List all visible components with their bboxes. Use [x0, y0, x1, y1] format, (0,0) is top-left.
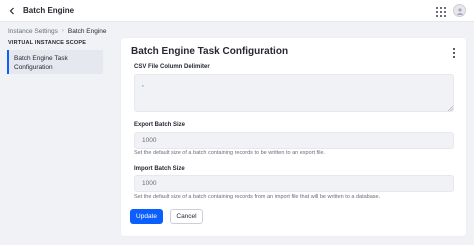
- top-bar: Batch Engine: [0, 0, 474, 22]
- chevron-right-icon: ›: [61, 28, 64, 34]
- csv-delimiter-field[interactable]: ,: [134, 74, 454, 112]
- breadcrumb: Instance Settings › Batch Engine: [8, 25, 107, 37]
- chevron-left-icon[interactable]: [5, 4, 19, 18]
- sidebar: VIRTUAL INSTANCE SCOPE Batch Engine Task…: [7, 38, 103, 74]
- import-batch-size-field[interactable]: [134, 175, 454, 192]
- update-button[interactable]: Update: [130, 209, 163, 224]
- sidebar-heading: VIRTUAL INSTANCE SCOPE: [8, 40, 87, 46]
- cancel-button[interactable]: Cancel: [170, 209, 203, 224]
- csv-delimiter-label: CSV File Column Delimiter: [134, 64, 210, 70]
- kebab-menu-icon[interactable]: [451, 48, 457, 58]
- sidebar-item-batch-engine-task-configuration[interactable]: Batch Engine Task Configuration: [7, 50, 103, 74]
- breadcrumb-item-instance-settings[interactable]: Instance Settings: [8, 28, 58, 35]
- import-batch-size-label: Import Batch Size: [134, 166, 185, 172]
- export-batch-size-help: Set the default size of a batch containi…: [134, 150, 326, 156]
- avatar[interactable]: [453, 4, 466, 17]
- resize-grip-icon[interactable]: [448, 106, 453, 111]
- import-batch-size-help: Set the default size of a batch containi…: [134, 194, 381, 200]
- page-title: Batch Engine Task Configuration: [131, 46, 289, 57]
- grid-icon[interactable]: [434, 5, 446, 17]
- export-batch-size-field[interactable]: [134, 132, 454, 149]
- app-title: Batch Engine: [23, 6, 75, 15]
- breadcrumb-item-batch-engine: Batch Engine: [67, 27, 107, 35]
- configuration-card: Batch Engine Task Configuration CSV File…: [121, 38, 466, 236]
- topbar-actions: [434, 4, 466, 17]
- export-batch-size-label: Export Batch Size: [134, 122, 186, 128]
